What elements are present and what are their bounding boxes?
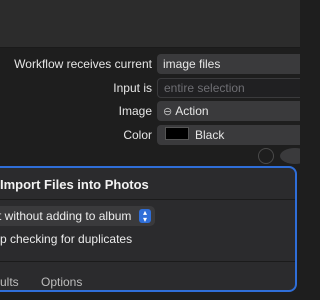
color-swatch (165, 127, 189, 140)
toolbar-area (0, 0, 300, 48)
input-select[interactable]: entire selection (157, 78, 300, 98)
tab-options[interactable]: Options (41, 275, 82, 289)
color-value: Black (195, 128, 225, 142)
action-title: Import Files into Photos (0, 177, 149, 192)
divider (0, 261, 295, 262)
receives-label: Workflow receives current (14, 57, 152, 71)
receives-select[interactable]: image files (157, 54, 300, 74)
album-option-label: rt without adding to album (0, 209, 132, 223)
image-value: Action (175, 104, 209, 118)
image-row: Image ⊖ Action (0, 101, 300, 123)
chevron-updown-icon: ▴ ▾ (139, 209, 151, 224)
album-popup[interactable]: rt without adding to album ▴ ▾ (0, 206, 155, 226)
skip-duplicates-checkbox[interactable]: p checking for duplicates (0, 232, 132, 246)
input-row: Input is entire selection (0, 78, 300, 100)
automator-window: Workflow receives current image files In… (0, 0, 300, 300)
color-label: Color (123, 128, 152, 142)
connector-icon (258, 148, 274, 164)
receives-row: Workflow receives current image files (0, 54, 300, 76)
connector-tab (280, 148, 300, 164)
color-row: Color Black (0, 125, 300, 147)
workflow-input-header: Workflow receives current image files In… (0, 48, 300, 155)
input-label: Input is (113, 81, 152, 95)
image-label: Image (118, 104, 152, 118)
image-select[interactable]: ⊖ Action (157, 101, 300, 121)
import-files-action-card[interactable]: Import Files into Photos rt without addi… (0, 166, 297, 292)
divider (0, 199, 295, 200)
color-select[interactable]: Black (157, 125, 300, 145)
tab-results[interactable]: sults (0, 275, 19, 289)
gear-icon: ⊖ (163, 106, 173, 118)
